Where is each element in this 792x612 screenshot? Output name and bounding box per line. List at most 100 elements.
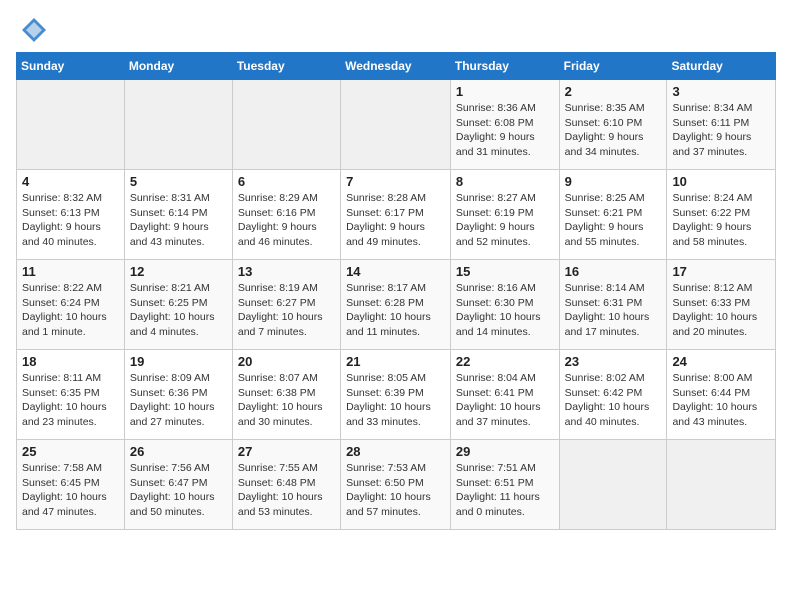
calendar-cell: 19 Sunrise: 8:09 AM Sunset: 6:36 PM Dayli… — [124, 350, 232, 440]
calendar-cell — [667, 440, 776, 530]
calendar-week-row: 18 Sunrise: 8:11 AM Sunset: 6:35 PM Dayli… — [17, 350, 776, 440]
calendar-cell: 27 Sunrise: 7:55 AM Sunset: 6:48 PM Dayli… — [232, 440, 340, 530]
day-number: 13 — [238, 264, 335, 279]
calendar-cell — [17, 80, 125, 170]
day-number: 10 — [672, 174, 770, 189]
day-header: Tuesday — [232, 53, 340, 80]
day-number: 8 — [456, 174, 554, 189]
day-info: Sunrise: 8:29 AM Sunset: 6:16 PM Dayligh… — [238, 191, 335, 250]
day-info: Sunrise: 8:24 AM Sunset: 6:22 PM Dayligh… — [672, 191, 770, 250]
logo-icon — [20, 16, 48, 44]
calendar-cell: 1 Sunrise: 8:36 AM Sunset: 6:08 PM Daylig… — [450, 80, 559, 170]
calendar-cell: 13 Sunrise: 8:19 AM Sunset: 6:27 PM Dayli… — [232, 260, 340, 350]
calendar-cell: 6 Sunrise: 8:29 AM Sunset: 6:16 PM Daylig… — [232, 170, 340, 260]
day-header: Wednesday — [341, 53, 451, 80]
calendar-cell: 15 Sunrise: 8:16 AM Sunset: 6:30 PM Dayli… — [450, 260, 559, 350]
day-number: 25 — [22, 444, 119, 459]
day-number: 22 — [456, 354, 554, 369]
day-number: 24 — [672, 354, 770, 369]
calendar-cell: 26Sunrise: 7:56 AM Sunset: 6:47 PM Dayli… — [124, 440, 232, 530]
calendar-cell — [341, 80, 451, 170]
day-number: 16 — [565, 264, 662, 279]
calendar-cell: 11Sunrise: 8:22 AM Sunset: 6:24 PM Dayli… — [17, 260, 125, 350]
calendar-week-row: 1 Sunrise: 8:36 AM Sunset: 6:08 PM Daylig… — [17, 80, 776, 170]
day-info: Sunrise: 8:09 AM Sunset: 6:36 PM Dayligh… — [130, 371, 227, 430]
calendar-header: SundayMondayTuesdayWednesdayThursdayFrid… — [17, 53, 776, 80]
calendar-cell: 7Sunrise: 8:28 AM Sunset: 6:17 PM Daylig… — [341, 170, 451, 260]
day-number: 3 — [672, 84, 770, 99]
day-info: Sunrise: 8:04 AM Sunset: 6:41 PM Dayligh… — [456, 371, 554, 430]
day-header: Saturday — [667, 53, 776, 80]
day-number: 18 — [22, 354, 119, 369]
calendar-week-row: 11Sunrise: 8:22 AM Sunset: 6:24 PM Dayli… — [17, 260, 776, 350]
calendar-cell — [124, 80, 232, 170]
day-info: Sunrise: 8:32 AM Sunset: 6:13 PM Dayligh… — [22, 191, 119, 250]
day-number: 21 — [346, 354, 445, 369]
day-info: Sunrise: 8:02 AM Sunset: 6:42 PM Dayligh… — [565, 371, 662, 430]
day-info: Sunrise: 8:11 AM Sunset: 6:35 PM Dayligh… — [22, 371, 119, 430]
calendar-cell: 24 Sunrise: 8:00 AM Sunset: 6:44 PM Dayli… — [667, 350, 776, 440]
day-number: 19 — [130, 354, 227, 369]
day-info: Sunrise: 7:53 AM Sunset: 6:50 PM Dayligh… — [346, 461, 445, 520]
day-number: 6 — [238, 174, 335, 189]
day-number: 17 — [672, 264, 770, 279]
page-header — [16, 16, 776, 44]
calendar-cell: 23 Sunrise: 8:02 AM Sunset: 6:42 PM Dayli… — [559, 350, 667, 440]
calendar-cell: 12 Sunrise: 8:21 AM Sunset: 6:25 PM Dayli… — [124, 260, 232, 350]
day-header: Thursday — [450, 53, 559, 80]
calendar-week-row: 25 Sunrise: 7:58 AM Sunset: 6:45 PM Dayli… — [17, 440, 776, 530]
calendar-cell: 25 Sunrise: 7:58 AM Sunset: 6:45 PM Dayli… — [17, 440, 125, 530]
calendar-cell: 2 Sunrise: 8:35 AM Sunset: 6:10 PM Daylig… — [559, 80, 667, 170]
day-number: 28 — [346, 444, 445, 459]
day-number: 27 — [238, 444, 335, 459]
day-number: 23 — [565, 354, 662, 369]
day-header: Monday — [124, 53, 232, 80]
day-number: 1 — [456, 84, 554, 99]
day-info: Sunrise: 8:05 AM Sunset: 6:39 PM Dayligh… — [346, 371, 445, 430]
day-number: 14 — [346, 264, 445, 279]
day-number: 12 — [130, 264, 227, 279]
day-number: 2 — [565, 84, 662, 99]
day-info: Sunrise: 7:58 AM Sunset: 6:45 PM Dayligh… — [22, 461, 119, 520]
calendar-cell: 18 Sunrise: 8:11 AM Sunset: 6:35 PM Dayli… — [17, 350, 125, 440]
day-info: Sunrise: 8:25 AM Sunset: 6:21 PM Dayligh… — [565, 191, 662, 250]
calendar-cell: 20 Sunrise: 8:07 AM Sunset: 6:38 PM Dayli… — [232, 350, 340, 440]
calendar-cell: 16 Sunrise: 8:14 AM Sunset: 6:31 PM Dayli… — [559, 260, 667, 350]
day-number: 5 — [130, 174, 227, 189]
day-info: Sunrise: 8:28 AM Sunset: 6:17 PM Dayligh… — [346, 191, 445, 250]
day-info: Sunrise: 7:51 AM Sunset: 6:51 PM Dayligh… — [456, 461, 554, 520]
day-info: Sunrise: 8:35 AM Sunset: 6:10 PM Dayligh… — [565, 101, 662, 160]
day-number: 20 — [238, 354, 335, 369]
day-number: 9 — [565, 174, 662, 189]
day-info: Sunrise: 8:12 AM Sunset: 6:33 PM Dayligh… — [672, 281, 770, 340]
day-header: Friday — [559, 53, 667, 80]
calendar-cell: 10 Sunrise: 8:24 AM Sunset: 6:22 PM Dayli… — [667, 170, 776, 260]
day-info: Sunrise: 8:36 AM Sunset: 6:08 PM Dayligh… — [456, 101, 554, 160]
day-info: Sunrise: 8:21 AM Sunset: 6:25 PM Dayligh… — [130, 281, 227, 340]
day-info: Sunrise: 8:19 AM Sunset: 6:27 PM Dayligh… — [238, 281, 335, 340]
day-number: 26 — [130, 444, 227, 459]
day-info: Sunrise: 7:55 AM Sunset: 6:48 PM Dayligh… — [238, 461, 335, 520]
calendar-cell: 17 Sunrise: 8:12 AM Sunset: 6:33 PM Dayli… — [667, 260, 776, 350]
calendar-cell: 3 Sunrise: 8:34 AM Sunset: 6:11 PM Daylig… — [667, 80, 776, 170]
day-info: Sunrise: 8:31 AM Sunset: 6:14 PM Dayligh… — [130, 191, 227, 250]
calendar-cell: 28 Sunrise: 7:53 AM Sunset: 6:50 PM Dayli… — [341, 440, 451, 530]
day-info: Sunrise: 8:34 AM Sunset: 6:11 PM Dayligh… — [672, 101, 770, 160]
calendar-cell — [232, 80, 340, 170]
day-header: Sunday — [17, 53, 125, 80]
day-info: Sunrise: 8:07 AM Sunset: 6:38 PM Dayligh… — [238, 371, 335, 430]
day-info: Sunrise: 8:17 AM Sunset: 6:28 PM Dayligh… — [346, 281, 445, 340]
calendar-cell: 29Sunrise: 7:51 AM Sunset: 6:51 PM Dayli… — [450, 440, 559, 530]
day-info: Sunrise: 8:00 AM Sunset: 6:44 PM Dayligh… — [672, 371, 770, 430]
calendar-cell: 8Sunrise: 8:27 AM Sunset: 6:19 PM Daylig… — [450, 170, 559, 260]
calendar-body: 1 Sunrise: 8:36 AM Sunset: 6:08 PM Daylig… — [17, 80, 776, 530]
calendar-cell: 4 Sunrise: 8:32 AM Sunset: 6:13 PM Daylig… — [17, 170, 125, 260]
calendar-cell: 14 Sunrise: 8:17 AM Sunset: 6:28 PM Dayli… — [341, 260, 451, 350]
day-info: Sunrise: 8:16 AM Sunset: 6:30 PM Dayligh… — [456, 281, 554, 340]
day-info: Sunrise: 8:22 AM Sunset: 6:24 PM Dayligh… — [22, 281, 119, 340]
day-number: 15 — [456, 264, 554, 279]
day-info: Sunrise: 8:14 AM Sunset: 6:31 PM Dayligh… — [565, 281, 662, 340]
logo — [16, 16, 48, 44]
calendar-cell: 5 Sunrise: 8:31 AM Sunset: 6:14 PM Daylig… — [124, 170, 232, 260]
day-number: 4 — [22, 174, 119, 189]
